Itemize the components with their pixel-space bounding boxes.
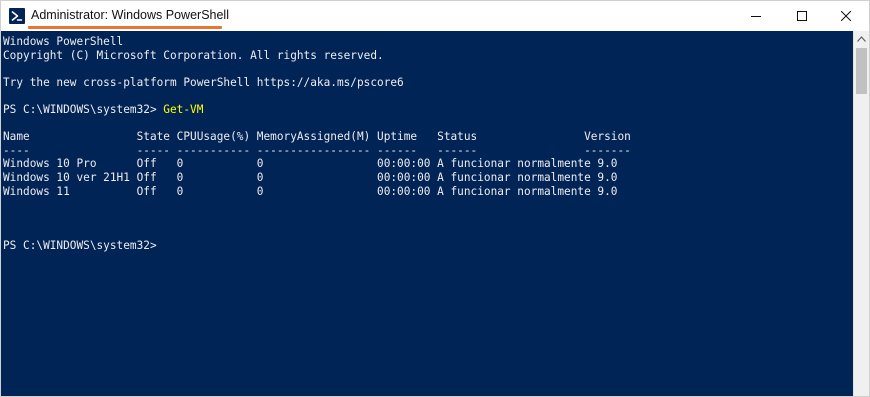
table-row: Windows 10 ver 21H1 Off 0 0 00:00:00 A f… [3, 170, 618, 184]
window-title: Administrator: Windows PowerShell [31, 8, 229, 22]
console-line: Windows PowerShell [3, 35, 124, 48]
close-icon [841, 11, 851, 21]
title-bar[interactable]: Administrator: Windows PowerShell [1, 1, 869, 31]
prompt: PS C:\WINDOWS\system32> [3, 102, 164, 116]
powershell-icon[interactable] [9, 8, 25, 24]
minimize-icon [751, 16, 761, 17]
powershell-window: Administrator: Windows PowerShell Window… [0, 0, 870, 397]
maximize-icon [797, 11, 807, 21]
table-header: Name State CPUUsage(%) MemoryAssigned(M)… [3, 130, 631, 144]
command-line: PS C:\WINDOWS\system32> Get-VM [3, 103, 853, 117]
console-line: Copyright (C) Microsoft Corporation. All… [3, 48, 384, 62]
close-button[interactable] [823, 1, 869, 31]
scroll-up-arrow-icon [857, 36, 866, 42]
title-highlight-underline [28, 26, 222, 29]
scroll-thumb[interactable] [856, 48, 867, 94]
maximize-button[interactable] [779, 1, 825, 31]
scroll-up-button[interactable] [854, 31, 869, 47]
command-text: Get-VM [163, 102, 204, 116]
minimize-button[interactable] [733, 1, 779, 31]
console-area[interactable]: Windows PowerShell Copyright (C) Microsof… [1, 31, 853, 396]
vertical-scrollbar[interactable] [853, 31, 869, 396]
prompt-line: PS C:\WINDOWS\system32> [3, 238, 157, 252]
table-separator: ---- ----- ----------- -----------------… [3, 143, 631, 157]
table-row: Windows 11 Off 0 0 00:00:00 A funcionar … [3, 184, 618, 198]
table-row: Windows 10 Pro Off 0 0 00:00:00 A funcio… [3, 157, 618, 171]
console-line: Try the new cross-platform PowerShell ht… [3, 75, 404, 89]
